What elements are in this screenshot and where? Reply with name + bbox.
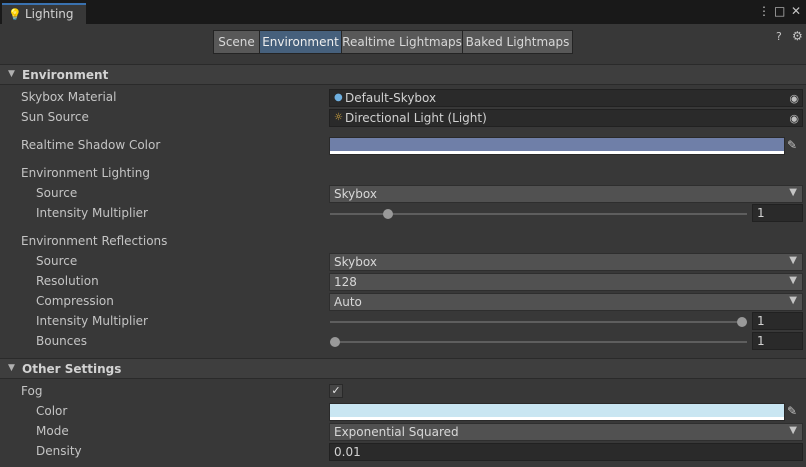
reflections-source-value: Skybox [334,255,377,269]
window-menu-icon[interactable]: ⋮ [758,3,770,19]
maximize-icon[interactable]: □ [774,3,785,19]
compression-value: Auto [334,295,362,309]
object-picker-icon[interactable]: ◉ [789,92,799,105]
reflections-source-label: Source [36,254,78,268]
chevron-down-icon: ▼ [789,295,797,306]
reflections-intensity-slider-knob[interactable] [737,317,747,327]
other-settings-section-header[interactable]: ▼ Other Settings [0,358,806,379]
resolution-label: Resolution [36,274,99,288]
compression-label: Compression [36,294,114,308]
fog-color-field[interactable] [329,403,785,421]
settings-icon[interactable]: ⚙ [792,29,803,43]
fog-mode-value: Exponential Squared [334,425,459,439]
environment-section-header[interactable]: ▼ Environment [0,64,806,85]
lighting-intensity-value: 1 [757,206,765,220]
material-icon: ● [334,92,343,103]
section-title: Environment [22,68,109,82]
fog-label: Fog [21,384,43,398]
resolution-dropdown[interactable]: 128 ▼ [329,273,803,291]
eyedropper-icon[interactable]: ✎ [787,138,797,152]
fog-density-label: Density [36,444,82,458]
chevron-down-icon: ▼ [789,187,797,198]
lighting-source-label: Source [36,186,78,200]
skybox-material-value: Default-Skybox [345,91,437,105]
chevron-down-icon: ▼ [789,425,797,436]
sun-source-value: Directional Light (Light) [345,111,487,125]
bounces-slider-knob[interactable] [330,337,340,347]
lighting-intensity-input[interactable]: 1 [752,204,803,222]
sun-source-label: Sun Source [21,110,89,124]
reflections-intensity-input[interactable]: 1 [752,312,803,330]
resolution-value: 128 [334,275,357,289]
lighting-source-value: Skybox [334,187,377,201]
reflections-intensity-value: 1 [757,314,765,328]
environment-reflections-label: Environment Reflections [21,234,168,248]
chevron-down-icon: ▼ [789,275,797,286]
lighting-window-tab[interactable]: 💡 Lighting [2,3,86,24]
window-tab-bar [0,0,806,24]
skybox-material-field[interactable]: ● Default-Skybox ◉ [329,89,803,107]
chevron-down-icon: ▼ [789,255,797,266]
compression-dropdown[interactable]: Auto ▼ [329,293,803,311]
bounces-value: 1 [757,334,765,348]
object-picker-icon[interactable]: ◉ [789,112,799,125]
section-title: Other Settings [22,362,122,376]
fog-checkbox[interactable]: ✓ [329,384,343,398]
tab-scene[interactable]: Scene [213,30,260,54]
help-icon[interactable]: ? [776,30,782,43]
tab-environment[interactable]: Environment [259,30,342,54]
close-icon[interactable]: ✕ [791,3,801,19]
bounces-slider-track[interactable] [330,341,747,343]
fog-mode-dropdown[interactable]: Exponential Squared ▼ [329,423,803,441]
fog-color-label: Color [36,404,68,418]
lightbulb-icon: 💡 [8,8,22,21]
collapse-triangle-icon: ▼ [8,69,15,79]
bounces-label: Bounces [36,334,88,348]
skybox-material-label: Skybox Material [21,90,117,104]
realtime-shadow-color-label: Realtime Shadow Color [21,138,161,152]
window-title: Lighting [25,7,74,21]
light-icon: ☼ [334,112,343,123]
environment-lighting-label: Environment Lighting [21,166,150,180]
fog-density-input[interactable]: 0.01 [329,443,803,461]
tab-realtime-lightmaps[interactable]: Realtime Lightmaps [341,30,463,54]
alpha-bar [330,151,784,154]
eyedropper-icon[interactable]: ✎ [787,404,797,418]
lighting-intensity-label: Intensity Multiplier [36,206,148,220]
reflections-intensity-slider-track[interactable] [330,321,747,323]
bounces-input[interactable]: 1 [752,332,803,350]
lighting-source-dropdown[interactable]: Skybox ▼ [329,185,803,203]
lighting-intensity-slider-knob[interactable] [382,209,393,219]
alpha-bar [330,417,784,420]
reflections-source-dropdown[interactable]: Skybox ▼ [329,253,803,271]
fog-mode-label: Mode [36,424,69,438]
collapse-triangle-icon: ▼ [8,363,15,373]
realtime-shadow-color-field[interactable] [329,137,785,155]
fog-density-value: 0.01 [334,445,361,459]
tab-baked-lightmaps[interactable]: Baked Lightmaps [462,30,573,54]
sun-source-field[interactable]: ☼ Directional Light (Light) ◉ [329,109,803,127]
reflections-intensity-label: Intensity Multiplier [36,314,148,328]
